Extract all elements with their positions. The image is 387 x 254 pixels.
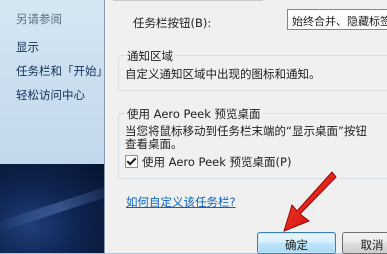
aero-peek-checkbox-label: 使用 Aero Peek 预览桌面(P) [142, 155, 292, 169]
customize-taskbar-help-link[interactable]: 如何自定义该任务栏? [126, 194, 236, 210]
taskbar-buttons-dropdown[interactable]: 始终合并、隐藏标签 [287, 9, 387, 30]
aero-peek-text-line2: 查看桌面。 [125, 137, 183, 151]
aero-peek-group: 使用 Aero Peek 预览桌面 当您将鼠标移动到任务栏末端的“显示桌面”按钮… [118, 106, 387, 179]
aero-peek-checkbox[interactable] [125, 155, 138, 168]
ok-button[interactable]: 确定 [257, 232, 336, 254]
notification-area-group: 通知区域 自定义通知区域中出现的图标和通知。 [118, 48, 387, 91]
aero-peek-checkbox-row[interactable]: 使用 Aero Peek 预览桌面(P) [125, 154, 291, 170]
desktop-wallpaper [0, 164, 129, 253]
control-panel-sidebar: 另请参阅 显示 任务栏和「开始」 轻松访问中心 [0, 0, 129, 253]
aero-peek-title: 使用 Aero Peek 预览桌面 [125, 106, 263, 122]
taskbar-buttons-label: 任务栏按钮(B): [133, 16, 212, 30]
notification-area-text: 自定义通知区域中出现的图标和通知。 [125, 67, 321, 81]
sidebar-link-ease-of-access[interactable]: 轻松访问中心 [16, 87, 85, 103]
sidebar-link-taskbar-start-menu[interactable]: 任务栏和「开始」 [16, 63, 108, 79]
cutoff-control [113, 0, 263, 1]
cancel-button[interactable]: 取消 [342, 232, 387, 254]
see-also-heading: 另请参阅 [16, 12, 62, 26]
sidebar-link-display[interactable]: 显示 [16, 39, 39, 55]
notification-area-title: 通知区域 [125, 48, 175, 64]
taskbar-properties-dialog: 任务栏按钮(B): 始终合并、隐藏标签 通知区域 自定义通知区域中出现的图标和通… [104, 0, 387, 254]
